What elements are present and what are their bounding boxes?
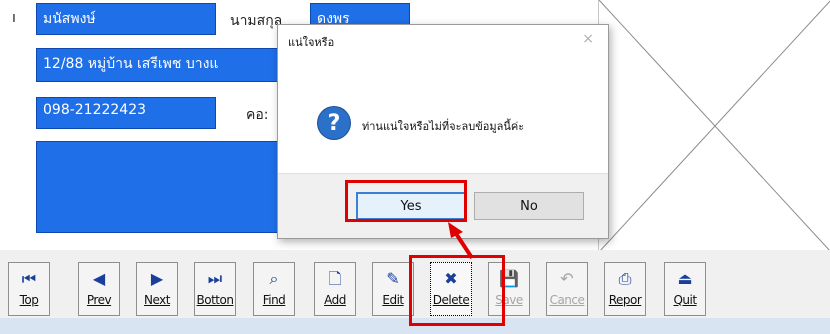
toolbar-next-button[interactable]: ▶ Next — [136, 262, 178, 316]
toolbar-quit-button[interactable]: ⏏ Quit — [664, 262, 706, 316]
edit-icon: ✎ — [386, 269, 400, 288]
yes-highlight-box — [345, 180, 467, 222]
photo-placeholder-cross-icon — [599, 0, 830, 252]
dialog-message: ท่านแน่ใจหรือไม่ที่จะลบข้อมูลนี้ค่ะ — [362, 120, 525, 133]
toolbar-button-label: Edit — [382, 293, 404, 307]
exit-icon: ⏏ — [677, 269, 693, 288]
toolbar-botton-button[interactable]: ⏭ Botton — [194, 262, 236, 316]
toolbar-add-button[interactable]: 🗋 Add — [314, 262, 356, 316]
last-record-icon: ⏭ — [207, 269, 223, 288]
toolbar-button-label: Quit — [673, 293, 697, 307]
form-label-stub: ı — [12, 10, 16, 26]
binoculars-icon: ⌕ — [269, 269, 279, 288]
toolbar-button-label: Find — [262, 293, 286, 307]
question-icon: ? — [318, 107, 350, 139]
toolbar-button-label: Add — [324, 293, 346, 307]
toolbar-button-label: Repor — [608, 293, 642, 307]
next-field-label: คอ: — [246, 107, 269, 123]
toolbar-button-label: Botton — [196, 293, 234, 307]
no-button[interactable]: No — [474, 192, 584, 220]
phone-field[interactable]: 098-21222423 — [36, 97, 216, 129]
first-name-field[interactable]: มนัสพงษ์ — [36, 3, 216, 35]
toolbar-top-button[interactable]: ⏮ Top — [8, 262, 50, 316]
printer-icon: ⎙ — [618, 269, 632, 288]
previous-record-icon: ◀ — [92, 269, 106, 288]
dialog-title: แน่ใจหรือ — [288, 36, 335, 49]
toolbar-button-label: Cance — [549, 293, 585, 307]
toolbar-button-label: Top — [19, 293, 39, 307]
toolbar-button-label: Prev — [86, 293, 112, 307]
delete-highlight-box — [409, 255, 505, 326]
toolbar-edit-button[interactable]: ✎ Edit — [372, 262, 414, 316]
toolbar-cance-button[interactable]: ↶ Cance — [546, 262, 588, 316]
cancel-icon: ↶ — [560, 269, 574, 288]
address-field[interactable]: 12/88 หมู่บ้าน เสรีเพช บางแ — [36, 48, 296, 82]
next-record-icon: ▶ — [150, 269, 164, 288]
toolbar-prev-button[interactable]: ◀ Prev — [78, 262, 120, 316]
toolbar-repor-button[interactable]: ⎙ Repor — [604, 262, 646, 316]
close-icon[interactable]: × — [582, 31, 594, 47]
surname-label: นามสกุล — [230, 13, 283, 29]
first-record-icon: ⏮ — [21, 269, 37, 288]
photo-placeholder — [598, 0, 830, 253]
new-document-icon: 🗋 — [328, 269, 342, 288]
toolbar-button-label: Next — [144, 293, 170, 307]
toolbar-find-button[interactable]: ⌕ Find — [253, 262, 295, 316]
